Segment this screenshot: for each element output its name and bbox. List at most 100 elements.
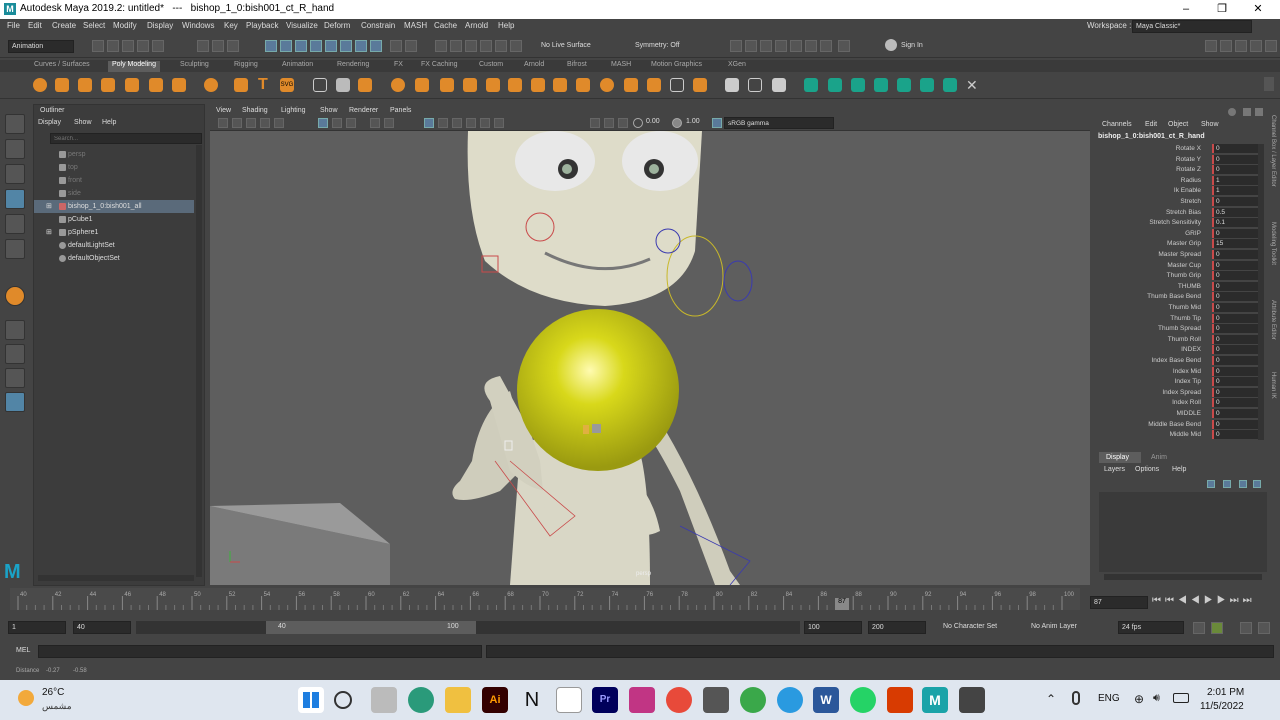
shelf-tab-sculpting[interactable]: Sculpting	[176, 61, 213, 68]
anim-layer-dropdown[interactable]: No Anim Layer	[1028, 621, 1108, 634]
motion-blur-icon[interactable]	[480, 118, 490, 128]
retopo-icon[interactable]	[897, 78, 911, 92]
reduce-icon[interactable]	[920, 78, 934, 92]
mode-dropdown[interactable]: Animation	[8, 40, 74, 53]
channel-value[interactable]: 0	[1212, 409, 1258, 418]
snap-curve-icon[interactable]	[280, 40, 292, 52]
input-ops-icon[interactable]	[405, 40, 417, 52]
select-tool-icon[interactable]	[5, 114, 25, 134]
outliner-layout-icon[interactable]	[5, 392, 25, 412]
illustrator-icon[interactable]: Ai	[482, 687, 508, 713]
bridge-icon[interactable]	[463, 78, 477, 92]
channel-row[interactable]: Stretch Bias 0.5	[1095, 207, 1265, 219]
outliner-toggle-icon[interactable]	[805, 40, 817, 52]
channel-row[interactable]: Stretch 0	[1095, 197, 1265, 208]
end-time-field[interactable]: 200	[868, 621, 926, 634]
menu-help[interactable]: Help	[498, 21, 514, 30]
snap-grid-icon[interactable]	[265, 40, 277, 52]
channel-row[interactable]: Thumb Roll 0	[1095, 334, 1265, 346]
telegram-icon[interactable]	[777, 687, 803, 713]
channel-value[interactable]: 0	[1212, 334, 1258, 344]
quad-draw-icon[interactable]	[874, 78, 888, 92]
menu-create[interactable]: Create	[52, 21, 76, 30]
channel-row[interactable]: GRIP 0	[1095, 228, 1265, 240]
whatsapp-icon[interactable]	[850, 687, 876, 713]
shelf-tab-motion-graphics[interactable]: Motion Graphics	[647, 61, 706, 68]
poly-cone-icon[interactable]	[101, 78, 115, 92]
poly-disc-icon[interactable]	[172, 78, 186, 92]
channel-row[interactable]: Thumb Base Bend 0	[1095, 292, 1265, 303]
shelf-tab-animation[interactable]: Animation	[278, 61, 317, 68]
resolution-gate-icon[interactable]	[618, 118, 628, 128]
menu-visualize[interactable]: Visualize	[286, 21, 318, 30]
chrome-2-icon[interactable]	[740, 687, 766, 713]
channel-value[interactable]: 0	[1212, 430, 1258, 440]
viewport-menu-view[interactable]: View	[216, 107, 231, 114]
channel-row[interactable]: Master Grip 15	[1095, 239, 1265, 250]
outliner-item[interactable]: top	[34, 161, 194, 174]
viewport-menu-lighting[interactable]: Lighting	[281, 107, 306, 114]
channel-value[interactable]: 0	[1212, 345, 1258, 355]
mirror-icon[interactable]	[415, 78, 429, 92]
target-weld-icon[interactable]	[828, 78, 842, 92]
menu-edit[interactable]: Edit	[28, 21, 42, 30]
close-button[interactable]: ✕	[1240, 0, 1276, 19]
redo-icon[interactable]	[152, 40, 164, 52]
menu-deform[interactable]: Deform	[324, 21, 350, 30]
channel-value[interactable]: 0	[1212, 324, 1258, 334]
channel-value[interactable]: 0	[1212, 271, 1258, 281]
channel-row[interactable]: Middle Mid 0	[1095, 430, 1265, 441]
platonic-icon[interactable]	[204, 78, 218, 92]
snap-point-icon[interactable]	[295, 40, 307, 52]
menu-file[interactable]: File	[7, 21, 20, 30]
minimize-button[interactable]: –	[1168, 0, 1204, 19]
channel-row[interactable]: Ik Enable 1	[1095, 186, 1265, 197]
gamma-value[interactable]: 1.00	[686, 118, 700, 125]
channel-menu-show[interactable]: Show	[1201, 121, 1219, 128]
unfold-icon[interactable]	[600, 78, 614, 92]
textured-icon[interactable]	[346, 118, 356, 128]
viewport-menu-renderer[interactable]: Renderer	[349, 107, 378, 114]
dock-icon[interactable]	[1243, 108, 1251, 116]
sign-in-button[interactable]: Sign In	[898, 40, 960, 53]
menu-display[interactable]: Display	[147, 21, 173, 30]
channel-row[interactable]: Index Mid 0	[1095, 366, 1265, 378]
clock-date[interactable]: 11/5/2022	[1200, 701, 1244, 712]
channel-row[interactable]: INDEX 0	[1095, 345, 1265, 356]
channel-scrollbar[interactable]	[1258, 144, 1264, 440]
weather-temp[interactable]: 26°C	[42, 687, 64, 698]
outliner-menu-display[interactable]: Display	[38, 119, 61, 126]
outliner-item[interactable]: ⊞ pSphere1	[34, 226, 194, 239]
channel-row[interactable]: Thumb Mid 0	[1095, 303, 1265, 314]
connect-icon[interactable]	[851, 78, 865, 92]
chrome-icon[interactable]	[666, 687, 692, 713]
channel-value[interactable]: 0	[1212, 366, 1258, 376]
menu-playback[interactable]: Playback	[246, 21, 278, 30]
outliner-item[interactable]: pCube1	[34, 213, 194, 226]
outliner-hscrollbar[interactable]	[38, 575, 194, 581]
globe-icon[interactable]: ⊕	[1134, 692, 1144, 706]
current-frame-marker[interactable]: 87	[835, 598, 849, 610]
menu-modify[interactable]: Modify	[113, 21, 137, 30]
hud-icon[interactable]	[590, 118, 600, 128]
render-settings-icon[interactable]	[465, 40, 477, 52]
scale-tool-icon[interactable]	[5, 239, 25, 259]
search-icon[interactable]	[334, 691, 352, 709]
menu-select[interactable]: Select	[83, 21, 105, 30]
channel-row[interactable]: Index Tip 0	[1095, 377, 1265, 388]
node-editor-icon[interactable]	[820, 40, 832, 52]
channel-value[interactable]: 0.5	[1212, 207, 1258, 217]
shadows-icon[interactable]	[384, 118, 394, 128]
channel-value[interactable]: 0	[1212, 144, 1258, 153]
channel-menu-object[interactable]: Object	[1168, 121, 1188, 128]
layer-tab-display[interactable]: Display	[1106, 454, 1129, 461]
shelf-tab-curves-surfaces[interactable]: Curves / Surfaces	[30, 61, 94, 68]
extrude-icon[interactable]	[440, 78, 454, 92]
channel-row[interactable]: MIDDLE 0	[1095, 409, 1265, 420]
playback-controls[interactable]: ⏮⏮◀◀▶▶⏭⏭	[1152, 595, 1256, 606]
fill-hole-icon[interactable]	[508, 78, 522, 92]
restore-button[interactable]: ❐	[1204, 0, 1240, 19]
file-explorer-icon[interactable]	[445, 687, 471, 713]
loop-icon[interactable]	[1193, 622, 1205, 634]
shelf-options-icon[interactable]	[1264, 77, 1274, 91]
